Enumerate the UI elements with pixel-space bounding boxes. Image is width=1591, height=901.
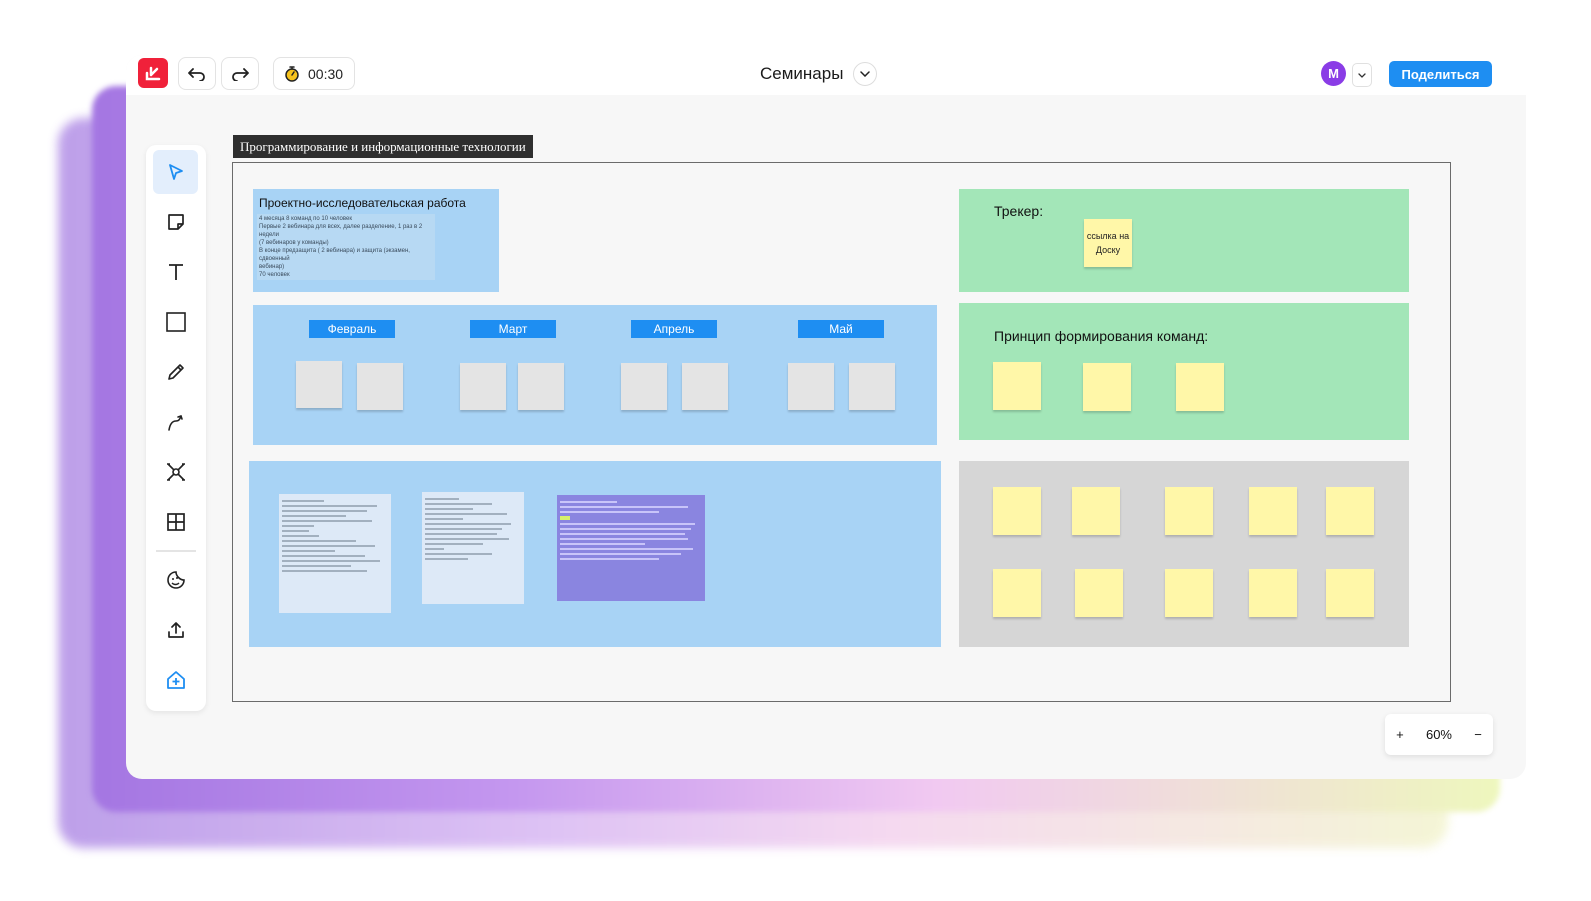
tracker-panel[interactable]: Трекер: ссылка на Доску (959, 189, 1409, 292)
frame-label[interactable]: Программирование и информационные технол… (233, 135, 533, 158)
board-frame[interactable]: Проектно-исследовательская работа 4 меся… (232, 162, 1451, 702)
upload-icon (167, 622, 184, 638)
sticky-note-yellow[interactable] (1249, 487, 1297, 535)
month-label-february[interactable]: Февраль (309, 320, 395, 338)
document-thumbnail[interactable] (422, 492, 524, 604)
zoom-out-button[interactable]: − (1474, 727, 1482, 742)
timer-value: 00:30 (308, 65, 344, 82)
toolbar-divider (156, 550, 196, 552)
zoom-level[interactable]: 60% (1426, 727, 1452, 742)
stickers-tool[interactable] (153, 558, 198, 602)
board-menu-button[interactable] (853, 62, 877, 86)
sticky-note-yellow[interactable] (1326, 487, 1374, 535)
board-app: 00:30 Семинары M Поделиться Программиров… (126, 55, 1526, 779)
sticky-note-yellow[interactable] (1083, 363, 1131, 411)
chevron-down-icon (860, 71, 870, 77)
connector-arrow-icon (167, 414, 183, 431)
logo-icon (145, 66, 161, 81)
research-panel[interactable]: Проектно-исследовательская работа 4 меся… (253, 189, 499, 292)
sticky-note-yellow[interactable] (1075, 569, 1123, 617)
sticky-note-yellow[interactable] (1165, 487, 1213, 535)
share-button[interactable]: Поделиться (1389, 61, 1492, 87)
upload-tool[interactable] (153, 608, 198, 652)
left-toolbar (146, 145, 206, 711)
document-thumbnail[interactable] (279, 494, 391, 613)
tracker-link-note[interactable]: ссылка на Доску (1084, 219, 1132, 267)
top-bar: 00:30 Семинары M Поделиться (126, 55, 1526, 95)
app-logo[interactable] (138, 58, 168, 88)
sticky-note-gray[interactable] (296, 361, 342, 408)
stopwatch-icon (285, 66, 299, 82)
connector-tool[interactable] (153, 400, 198, 444)
research-line: 4 месяца 8 команд по 10 человек (259, 216, 352, 222)
sticky-note-yellow[interactable] (1326, 569, 1374, 617)
zoom-control: + 60% − (1385, 714, 1493, 755)
teams-title: Принцип формирования команд: (994, 328, 1209, 344)
zoom-in-button[interactable]: + (1396, 727, 1404, 742)
undo-button[interactable] (178, 57, 216, 90)
pencil-icon (167, 364, 184, 380)
sticky-note-gray[interactable] (849, 363, 895, 410)
sticky-note-gray[interactable] (460, 363, 506, 410)
research-line: Первые 2 вебинара для всех, далее раздел… (259, 224, 423, 238)
timer-button[interactable]: 00:30 (273, 57, 355, 90)
rectangle-tool[interactable] (153, 300, 198, 344)
tag-badge (560, 516, 570, 520)
month-label-may[interactable]: Май (798, 320, 884, 338)
sticky-note-yellow[interactable] (993, 569, 1041, 617)
text-tool[interactable] (153, 250, 198, 294)
sticky-note-yellow[interactable] (993, 487, 1041, 535)
pen-tool[interactable] (153, 350, 198, 394)
mindmap-tool[interactable] (153, 450, 198, 494)
month-label-march[interactable]: Март (470, 320, 556, 338)
redo-button[interactable] (221, 57, 259, 90)
text-icon (168, 264, 183, 280)
month-label-april[interactable]: Апрель (631, 320, 717, 338)
table-icon (166, 513, 185, 531)
teams-panel[interactable]: Принцип формирования команд: (959, 303, 1409, 440)
sticky-note-gray[interactable] (518, 363, 564, 410)
chevron-down-icon (1358, 72, 1366, 78)
redo-icon (232, 67, 249, 81)
document-thumbnail[interactable] (557, 495, 705, 601)
tracker-title: Трекер: (994, 203, 1044, 219)
table-tool[interactable] (153, 500, 198, 544)
research-line: 70 человек (259, 272, 290, 278)
sticky-note-gray[interactable] (682, 363, 728, 410)
research-title: Проектно-исследовательская работа (259, 196, 466, 210)
research-line: (7 вебинаров у команды) (259, 240, 329, 246)
sticky-note-gray[interactable] (357, 363, 403, 410)
user-menu-button[interactable] (1352, 63, 1372, 87)
research-line: вебинар) (259, 264, 285, 270)
sticky-note-icon (167, 214, 184, 230)
documents-panel[interactable] (249, 461, 941, 647)
months-panel[interactable]: Февраль Март Апрель Май (253, 305, 937, 445)
rectangle-icon (165, 312, 186, 332)
research-description: 4 месяца 8 команд по 10 человек Первые 2… (257, 214, 435, 280)
sticky-note-yellow[interactable] (1176, 363, 1224, 411)
user-avatar[interactable]: M (1321, 61, 1346, 86)
research-line: В конце предзащита ( 2 вебинара) и защит… (259, 248, 410, 262)
home-plus-icon (166, 671, 185, 689)
cursor-icon (168, 164, 183, 180)
sticky-note-yellow[interactable] (1249, 569, 1297, 617)
sticky-note-yellow[interactable] (1072, 487, 1120, 535)
sticky-note-yellow[interactable] (1165, 569, 1213, 617)
sticky-note-tool[interactable] (153, 200, 198, 244)
select-tool[interactable] (153, 150, 198, 194)
sticky-note-yellow[interactable] (993, 362, 1041, 410)
sticky-note-gray[interactable] (621, 363, 667, 410)
board-title[interactable]: Семинары (760, 64, 843, 84)
mindmap-icon (166, 463, 185, 481)
add-apps-tool[interactable] (153, 658, 198, 702)
sticky-note-gray[interactable] (788, 363, 834, 410)
sticker-smile-icon (166, 571, 185, 589)
undo-icon (188, 67, 205, 81)
notes-panel[interactable] (959, 461, 1409, 647)
